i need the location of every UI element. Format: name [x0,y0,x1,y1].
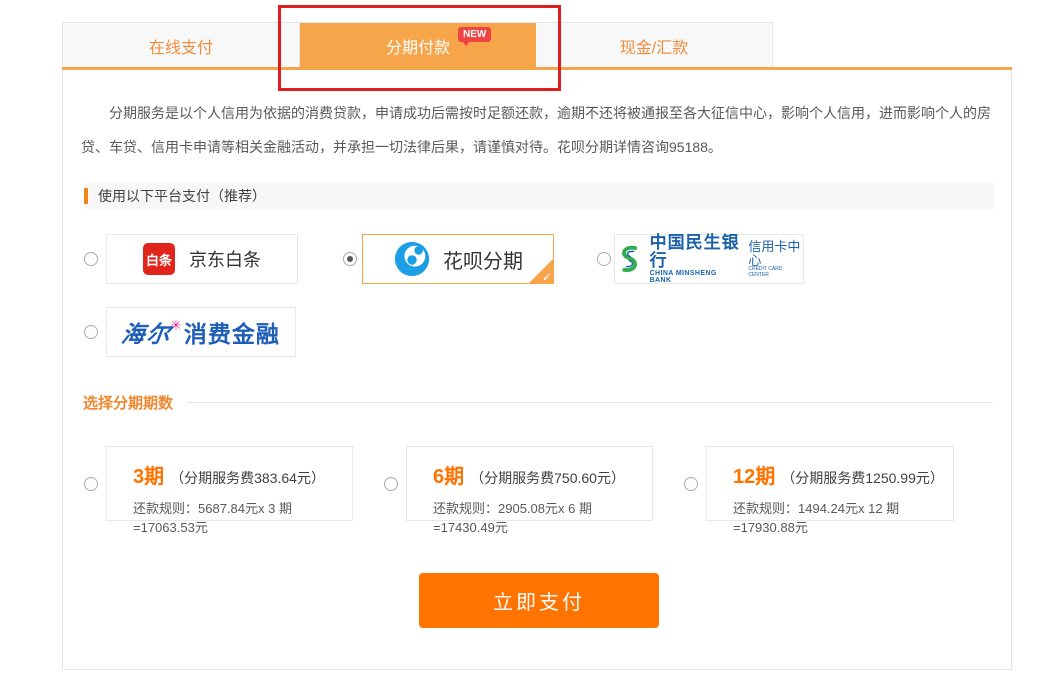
radio-huabei[interactable] [343,252,357,266]
radio-minsheng[interactable] [597,252,611,266]
installment-12-fee: （分期服务费1250.99元） [781,468,944,488]
installment-option-12[interactable]: 12期 （分期服务费1250.99元） 还款规则：1494.24元x 12 期=… [706,446,954,521]
installment-option-3[interactable]: 3期 （分期服务费383.64元） 还款规则：5687.84元x 3 期=170… [106,446,353,521]
radio-installment-6[interactable] [384,477,398,491]
installment-12-term: 12期 [733,460,775,489]
section-divider-line [187,402,993,403]
platform-option-jd-baitiao[interactable]: 白条 京东白条 [106,234,298,284]
tab-online-payment-label: 在线支付 [149,34,213,58]
installment-section-header: 选择分期期数 [83,392,993,413]
tab-online-payment[interactable]: 在线支付 [63,23,300,68]
minsheng-cn-label: 中国民生银行 [650,234,741,270]
haier-rest-label: 消费金融 [184,315,280,349]
radio-installment-12[interactable] [684,477,698,491]
installment-option-6[interactable]: 6期 （分期服务费750.60元） 还款规则：2905.08元x 6 期=174… [406,446,653,521]
installment-panel: 分期服务是以个人信用为依据的消费贷款，申请成功后需按时足额还款，逾期不还将被通报… [62,70,1012,670]
installment-notice-text: 分期服务是以个人信用为依据的消费贷款，申请成功后需按时足额还款，逾期不还将被通报… [81,96,997,164]
installment-3-fee: （分期服务费383.64元） [170,468,325,488]
installment-3-line1: 3期 （分期服务费383.64元） [133,460,352,489]
minsheng-cardcenter-en-label: CREDIT CARD CENTER [748,267,803,278]
installment-section-title: 选择分期期数 [83,392,173,413]
platform-section-header: 使用以下平台支付（推荐） [84,183,994,209]
installment-3-rule: 还款规则：5687.84元x 3 期=17063.53元 [133,498,352,536]
jd-baitiao-label: 京东白条 [189,246,261,272]
new-badge: NEW [458,27,491,42]
installment-12-line1: 12期 （分期服务费1250.99元） [733,460,953,489]
tab-installment-payment[interactable]: 分期付款 NEW [300,23,536,68]
haier-logo: 海尔 ✳ 消费金融 [122,315,280,349]
minsheng-cardcenter-cn-label: 信用卡中心 [748,240,803,267]
minsheng-name-block: 中国民生银行 CHINA MINSHENG BANK [650,234,741,284]
platform-option-minsheng[interactable]: 中国民生银行 CHINA MINSHENG BANK 信用卡中心 CREDIT … [614,234,804,284]
installment-3-term: 3期 [133,460,164,489]
installment-12-rule: 还款规则：1494.24元x 12 期=17930.88元 [733,498,953,536]
radio-jd-baitiao[interactable] [84,252,98,266]
platform-option-huabei[interactable]: 花呗分期 ✓ [362,234,554,284]
platform-section-title: 使用以下平台支付（推荐） [98,186,266,206]
installment-6-rule: 还款规则：2905.08元x 6 期=17430.49元 [433,498,652,536]
minsheng-en-label: CHINA MINSHENG BANK [650,270,741,285]
minsheng-s-icon [615,241,644,277]
huabei-logo-icon [393,240,431,278]
check-icon: ✓ [542,270,552,284]
installment-6-line1: 6期 （分期服务费750.60元） [433,460,652,489]
pay-now-button[interactable]: 立即支付 [419,573,659,628]
radio-installment-3[interactable] [84,477,98,491]
jd-baitiao-logo-icon: 白条 [143,243,175,275]
haier-script-label: 海尔 [120,315,175,349]
platform-option-haier[interactable]: 海尔 ✳ 消费金融 [106,307,296,357]
payment-page: 在线支付 分期付款 NEW 现金/汇款 分期服务是以个人信用为依据的消费贷款，申… [0,0,1044,679]
installment-6-term: 6期 [433,460,464,489]
tab-cash-remittance[interactable]: 现金/汇款 [536,23,772,68]
tab-cash-remittance-label: 现金/汇款 [620,34,688,58]
payment-method-tabs: 在线支付 分期付款 NEW 现金/汇款 [62,22,773,68]
radio-haier[interactable] [84,325,98,339]
tab-installment-payment-label: 分期付款 [386,34,450,58]
minsheng-logo: 中国民生银行 CHINA MINSHENG BANK 信用卡中心 CREDIT … [615,234,803,284]
installment-6-fee: （分期服务费750.60元） [470,468,625,488]
huabei-label: 花呗分期 [443,245,523,274]
orange-bar-icon [84,188,88,204]
minsheng-cardcenter-block: 信用卡中心 CREDIT CARD CENTER [748,240,803,278]
